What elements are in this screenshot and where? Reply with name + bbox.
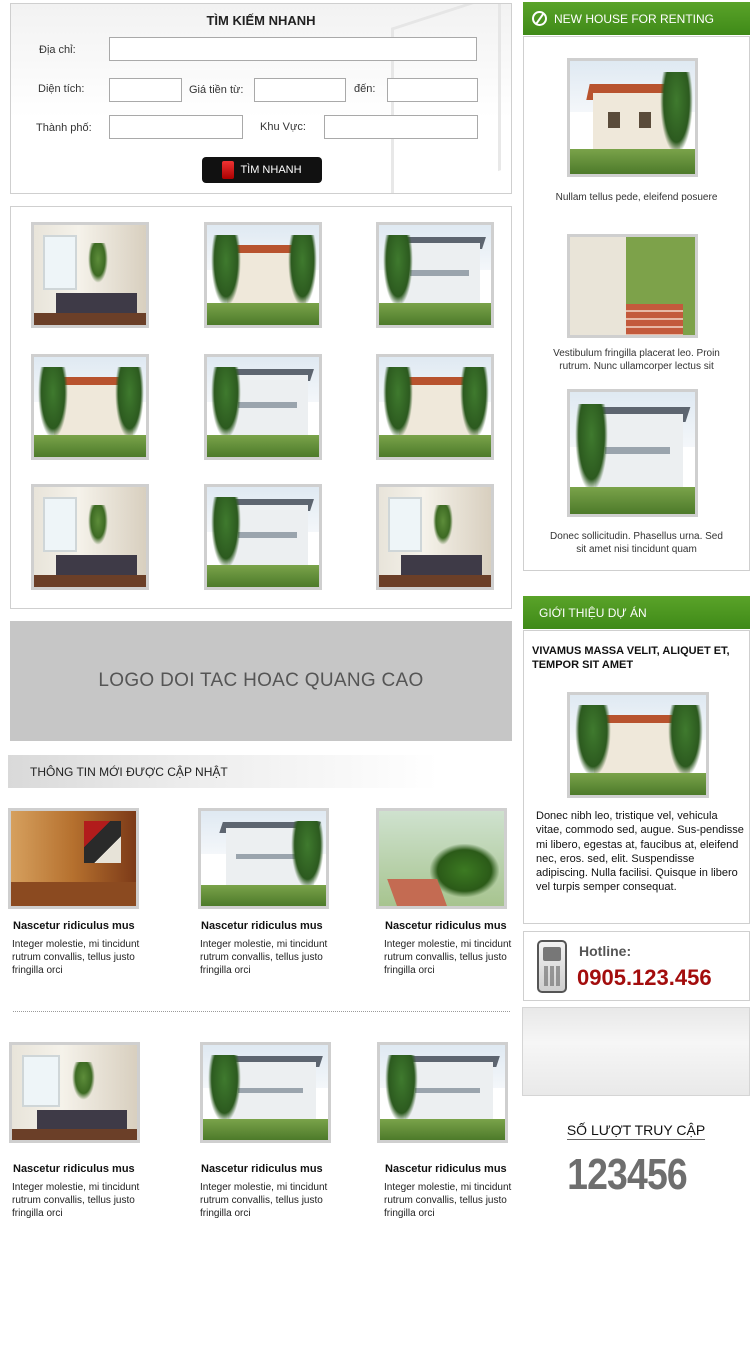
visit-counter-label: SỐ LƯỢT TRUY CẬP xyxy=(522,1122,750,1140)
intro-photo-villa[interactable] xyxy=(567,692,709,798)
address-label: Địa chỉ: xyxy=(39,44,76,56)
intro-heading: VIVAMUS MASSA VELIT, ALIQUET ET, TEMPOR … xyxy=(532,645,730,671)
news-item-title[interactable]: Nascetur ridiculus mus xyxy=(13,1163,135,1175)
area-input[interactable] xyxy=(109,78,182,102)
phone-icon xyxy=(537,940,567,993)
news-photo-interior[interactable] xyxy=(8,808,139,909)
property-gallery xyxy=(10,206,512,609)
hotline-label: Hotline: xyxy=(579,943,632,959)
news-item-title[interactable]: Nascetur ridiculus mus xyxy=(385,920,507,932)
region-label: Khu Vực: xyxy=(260,121,306,133)
news-photo-apartment[interactable] xyxy=(377,1042,508,1143)
address-input[interactable] xyxy=(109,37,477,61)
gallery-photo-villa-garden[interactable] xyxy=(31,354,149,460)
hotline-box: Hotline: 0905.123.456 xyxy=(523,931,750,1001)
news-item-desc: Integer molestie, mi tincidunt rutrum co… xyxy=(12,1182,140,1219)
visit-counter-value: 123456 xyxy=(567,1150,688,1199)
renting-caption: Nullam tellus pede, eleifend posuere xyxy=(555,192,718,203)
news-photo-garden[interactable] xyxy=(376,808,507,909)
news-divider xyxy=(13,1011,510,1012)
renting-header: NEW HOUSE FOR RENTING xyxy=(523,2,750,35)
news-item-desc: Integer molestie, mi tincidunt rutrum co… xyxy=(200,1182,328,1219)
news-item-desc: Integer molestie, mi tincidunt rutrum co… xyxy=(12,939,140,976)
blank-ad-box xyxy=(522,1007,750,1096)
news-item-desc: Integer molestie, mi tincidunt rutrum co… xyxy=(384,939,512,976)
area-label: Diện tích: xyxy=(38,83,85,95)
city-label: Thành phố: xyxy=(36,122,92,134)
city-input[interactable] xyxy=(109,115,243,139)
intro-header: GIỚI THIỆU DỰ ÁN xyxy=(523,596,750,629)
news-item-desc: Integer molestie, mi tincidunt rutrum co… xyxy=(384,1182,512,1219)
gallery-photo-living-room[interactable] xyxy=(31,222,149,328)
visit-counter-label-text: SỐ LƯỢT TRUY CẬP xyxy=(566,1122,706,1140)
renting-photo-stairs[interactable] xyxy=(567,234,698,338)
gallery-photo-modern-house[interactable] xyxy=(376,222,494,328)
news-item-title[interactable]: Nascetur ridiculus mus xyxy=(201,920,323,932)
news-item-title[interactable]: Nascetur ridiculus mus xyxy=(201,1163,323,1175)
gallery-photo-modern-house[interactable] xyxy=(204,484,322,590)
news-item-title[interactable]: Nascetur ridiculus mus xyxy=(385,1163,507,1175)
news-section-title: THÔNG TIN MỚI ĐƯỢC CẬP NHẬT xyxy=(30,765,228,779)
partner-ad-banner[interactable]: LOGO DOI TAC HOAC QUANG CAO xyxy=(10,621,512,741)
news-item-title[interactable]: Nascetur ridiculus mus xyxy=(13,920,135,932)
gallery-photo-living-room[interactable] xyxy=(376,484,494,590)
renting-caption: Vestibulum fringilla placerat leo. Proin… xyxy=(553,348,720,372)
quick-search-panel: TÌM KIẾM NHANH Địa chỉ: Diện tích: Giá t… xyxy=(10,3,512,194)
news-item-desc: Integer molestie, mi tincidunt rutrum co… xyxy=(200,939,328,976)
renting-header-title: NEW HOUSE FOR RENTING xyxy=(554,11,715,26)
quick-search-title: TÌM KIẾM NHANH xyxy=(206,13,316,28)
news-photo-townhouse[interactable] xyxy=(198,808,329,909)
price-to-label: đến: xyxy=(354,83,376,95)
search-button-icon xyxy=(222,161,235,179)
region-input[interactable] xyxy=(324,115,478,139)
intro-body: Donec nibh leo, tristique vel, vehicula … xyxy=(536,810,744,894)
gallery-photo-living-room[interactable] xyxy=(31,484,149,590)
news-photo-living-room[interactable] xyxy=(9,1042,140,1143)
gallery-photo-modern-house[interactable] xyxy=(204,354,322,460)
intro-header-title: GIỚI THIỆU DỰ ÁN xyxy=(539,605,647,620)
renting-panel: Nullam tellus pede, eleifend posuere Ves… xyxy=(523,36,750,571)
renting-photo-modern[interactable] xyxy=(567,389,698,517)
gallery-photo-villa-garden[interactable] xyxy=(204,222,322,328)
price-from-label: Giá tiền từ: xyxy=(189,84,244,96)
quick-search-button-label: TÌM NHANH xyxy=(240,164,302,176)
renting-caption: Donec sollicitudin. Phasellus urna. Sed … xyxy=(550,531,723,555)
renting-photo-villa[interactable] xyxy=(567,58,698,177)
news-section-header: THÔNG TIN MỚI ĐƯỢC CẬP NHẬT xyxy=(8,755,438,788)
intro-panel: VIVAMUS MASSA VELIT, ALIQUET ET, TEMPOR … xyxy=(523,630,750,924)
quick-search-button[interactable]: TÌM NHANH xyxy=(202,157,322,183)
gallery-photo-villa-garden[interactable] xyxy=(376,354,494,460)
price-to-input[interactable] xyxy=(387,78,478,102)
price-from-input[interactable] xyxy=(254,78,346,102)
news-photo-modern-house[interactable] xyxy=(200,1042,331,1143)
globe-icon xyxy=(532,11,547,26)
hotline-number[interactable]: 0905.123.456 xyxy=(577,965,712,991)
